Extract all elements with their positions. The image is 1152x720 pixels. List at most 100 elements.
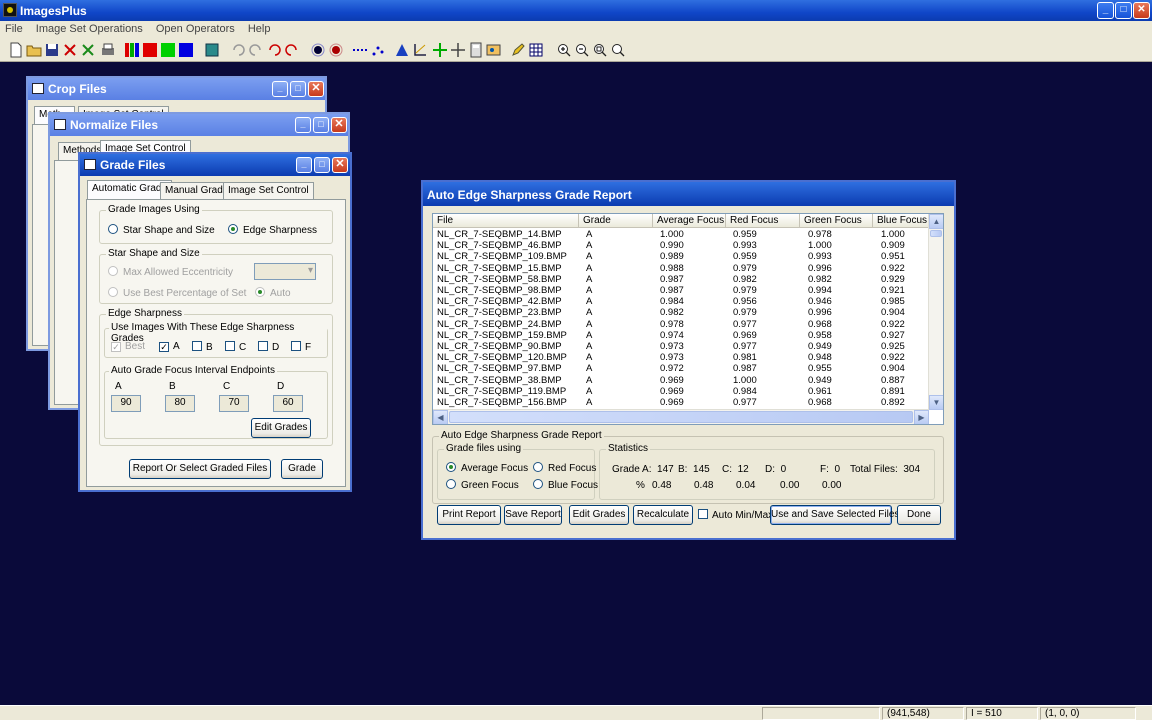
triangle-icon[interactable]: [394, 42, 410, 58]
table-row[interactable]: NL_CR_7-SEQBMP_24.BMP A 0.978 0.977 0.968 0.9…: [433, 319, 929, 330]
table-row[interactable]: NL_CR_7-SEQBMP_98.BMP A 0.987 0.979 0.994 0.9…: [433, 285, 929, 296]
zoom-fit-icon[interactable]: [592, 42, 608, 58]
grade-c-checkbox[interactable]: C: [225, 341, 246, 353]
endpoint-a-field[interactable]: 90: [111, 395, 141, 412]
table-row[interactable]: NL_CR_7-SEQBMP_23.BMP A 0.982 0.979 0.996 0.9…: [433, 307, 929, 318]
menu-help[interactable]: Help: [243, 21, 276, 35]
crop-close-button[interactable]: ✕: [308, 81, 324, 97]
print-report-button[interactable]: Print Report: [437, 505, 501, 525]
menu-image-set-operations[interactable]: Image Set Operations: [31, 21, 148, 35]
open-folder-icon[interactable]: [26, 42, 42, 58]
undo-all-icon[interactable]: [266, 42, 282, 58]
auto-min-max-checkbox[interactable]: Auto Min/Max: [698, 509, 773, 521]
redo-all-icon[interactable]: [284, 42, 300, 58]
grade-b-checkbox[interactable]: B: [192, 341, 213, 353]
normalize-minimize-button[interactable]: _: [295, 117, 311, 133]
average-focus-radio[interactable]: Average Focus: [446, 462, 528, 474]
report-select-graded-button[interactable]: Report Or Select Graded Files: [129, 459, 271, 479]
green-focus-radio[interactable]: Green Focus: [446, 479, 519, 491]
recalculate-button[interactable]: Recalculate: [633, 505, 693, 525]
crop-minimize-button[interactable]: _: [272, 81, 288, 97]
table-row[interactable]: NL_CR_7-SEQBMP_14.BMP A 1.000 0.959 0.978 1.0…: [433, 229, 929, 240]
table-row[interactable]: NL_CR_7-SEQBMP_119.BMP A 0.969 0.984 0.961 0.…: [433, 386, 929, 397]
redo-icon[interactable]: [248, 42, 264, 58]
vertical-scrollbar[interactable]: ▲ ▼: [928, 214, 943, 410]
undo-icon[interactable]: [230, 42, 246, 58]
calculator-icon[interactable]: [468, 42, 484, 58]
table-row[interactable]: NL_CR_7-SEQBMP_90.BMP A 0.973 0.977 0.949 0.9…: [433, 341, 929, 352]
table-row[interactable]: NL_CR_7-SEQBMP_109.BMP A 0.989 0.959 0.993 0.…: [433, 251, 929, 262]
edge-sharpness-radio[interactable]: Edge Sharpness: [228, 224, 317, 236]
column-blue-focus[interactable]: Blue Focus: [873, 214, 929, 228]
maximize-button[interactable]: □: [1115, 2, 1132, 19]
grade-a-checkbox[interactable]: ✓ A: [159, 341, 180, 352]
done-button[interactable]: Done: [897, 505, 941, 525]
print-icon[interactable]: [100, 42, 116, 58]
endpoint-c-field[interactable]: 70: [219, 395, 249, 412]
edit-grades-button[interactable]: Edit Grades: [251, 418, 311, 438]
scroll-left-icon[interactable]: ◀: [433, 410, 448, 424]
new-file-icon[interactable]: [8, 42, 24, 58]
menu-file[interactable]: File: [0, 21, 28, 35]
table-grid-icon[interactable]: [528, 42, 544, 58]
table-row[interactable]: NL_CR_7-SEQBMP_97.BMP A 0.972 0.987 0.955 0.9…: [433, 363, 929, 374]
star-shape-radio[interactable]: Star Shape and Size: [108, 224, 215, 236]
vertical-scroll-thumb[interactable]: [930, 230, 942, 237]
auto-radio[interactable]: Auto: [255, 287, 291, 299]
blue-channel-icon[interactable]: [178, 42, 194, 58]
grade-d-checkbox[interactable]: D: [258, 341, 279, 353]
crosshair-green-icon[interactable]: [432, 42, 448, 58]
scatter-points-icon[interactable]: [370, 42, 386, 58]
scroll-down-icon[interactable]: ▼: [929, 395, 943, 410]
table-row[interactable]: NL_CR_7-SEQBMP_120.BMP A 0.973 0.981 0.948 0.…: [433, 352, 929, 363]
grid-view-icon[interactable]: [204, 42, 220, 58]
table-row[interactable]: NL_CR_7-SEQBMP_46.BMP A 0.990 0.993 1.000 0.9…: [433, 240, 929, 251]
table-row[interactable]: NL_CR_7-SEQBMP_38.BMP A 0.969 1.000 0.949 0.8…: [433, 375, 929, 386]
pencil-icon[interactable]: [510, 42, 526, 58]
normalize-close-button[interactable]: ✕: [331, 117, 347, 133]
best-percentage-radio[interactable]: Use Best Percentage of Set: [108, 287, 246, 299]
blue-focus-radio[interactable]: Blue Focus: [533, 479, 598, 491]
grade-maximize-button[interactable]: □: [314, 157, 330, 173]
edit-grades-report-button[interactable]: Edit Grades: [569, 505, 629, 525]
save-report-button[interactable]: Save Report: [504, 505, 562, 525]
table-row[interactable]: NL_CR_7-SEQBMP_58.BMP A 0.987 0.982 0.982 0.9…: [433, 274, 929, 285]
normalize-maximize-button[interactable]: □: [313, 117, 329, 133]
use-save-selected-button[interactable]: Use and Save Selected Files: [770, 505, 899, 525]
dotted-line-icon[interactable]: [352, 42, 368, 58]
grade-report-list[interactable]: File Grade Average Focus Red Focus Green…: [432, 213, 944, 425]
scroll-right-icon[interactable]: ▶: [914, 410, 929, 424]
column-red-focus[interactable]: Red Focus: [726, 214, 800, 228]
grade-best-checkbox[interactable]: ✓ Best: [111, 341, 145, 352]
minimize-button[interactable]: _: [1097, 2, 1114, 19]
tab-image-set-control[interactable]: Image Set Control: [223, 182, 314, 200]
column-grade[interactable]: Grade: [579, 214, 653, 228]
horizontal-scroll-thumb[interactable]: [449, 411, 913, 423]
close-all-icon[interactable]: [80, 42, 96, 58]
column-average-focus[interactable]: Average Focus: [653, 214, 726, 228]
column-green-focus[interactable]: Green Focus: [800, 214, 873, 228]
grade-close-button[interactable]: ✕: [332, 157, 348, 173]
scroll-up-icon[interactable]: ▲: [929, 214, 943, 229]
normalize-files-title-bar[interactable]: Normalize Files _ □ ✕: [50, 114, 348, 136]
endpoint-b-field[interactable]: 80: [165, 395, 195, 412]
column-file[interactable]: File: [433, 214, 579, 228]
grade-button[interactable]: Grade: [281, 459, 323, 479]
grade-files-title-bar[interactable]: Grade Files _ □ ✕: [80, 154, 350, 176]
table-row[interactable]: NL_CR_7-SEQBMP_156.BMP A 0.969 0.977 0.968 0.…: [433, 397, 929, 408]
grade-report-title-bar[interactable]: Auto Edge Sharpness Grade Report: [423, 182, 954, 206]
red-channel-icon[interactable]: [142, 42, 158, 58]
axes-icon[interactable]: [412, 42, 428, 58]
horizontal-scrollbar[interactable]: ◀ ▶: [433, 409, 929, 424]
table-row[interactable]: NL_CR_7-SEQBMP_159.BMP A 0.974 0.969 0.958 0.…: [433, 330, 929, 341]
zoom-in-icon[interactable]: [556, 42, 572, 58]
menu-open-operators[interactable]: Open Operators: [151, 21, 240, 35]
close-button[interactable]: ✕: [1133, 2, 1150, 19]
crop-maximize-button[interactable]: □: [290, 81, 306, 97]
red-focus-radio[interactable]: Red Focus: [533, 462, 596, 474]
eccentricity-dropdown[interactable]: ▾: [254, 263, 316, 280]
crosshair-icon[interactable]: [450, 42, 466, 58]
save-icon[interactable]: [44, 42, 60, 58]
grade-minimize-button[interactable]: _: [296, 157, 312, 173]
rgb-channels-icon[interactable]: [124, 42, 140, 58]
